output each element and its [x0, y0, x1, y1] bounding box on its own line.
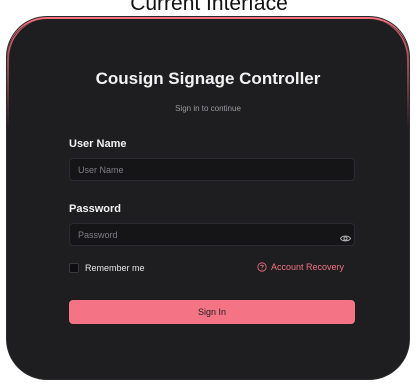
sign-in-button[interactable]: Sign In	[69, 300, 355, 324]
password-label: Password	[69, 203, 121, 215]
remember-checkbox[interactable]	[69, 263, 79, 273]
password-input[interactable]	[69, 223, 355, 246]
login-card: Cousign Signage Controller Sign in to co…	[7, 17, 409, 379]
remember-label[interactable]: Remember me	[85, 263, 145, 273]
eye-icon[interactable]	[340, 233, 351, 244]
account-recovery-link[interactable]: Account Recovery	[257, 262, 344, 272]
question-circle-icon	[257, 262, 267, 272]
signin-subtitle: Sign in to continue	[175, 104, 241, 113]
username-input[interactable]	[69, 158, 355, 181]
account-recovery-label: Account Recovery	[271, 262, 345, 272]
username-label: User Name	[69, 138, 127, 150]
app-title: Cousign Signage Controller	[95, 69, 321, 88]
page-caption: Current Interface	[130, 0, 288, 15]
